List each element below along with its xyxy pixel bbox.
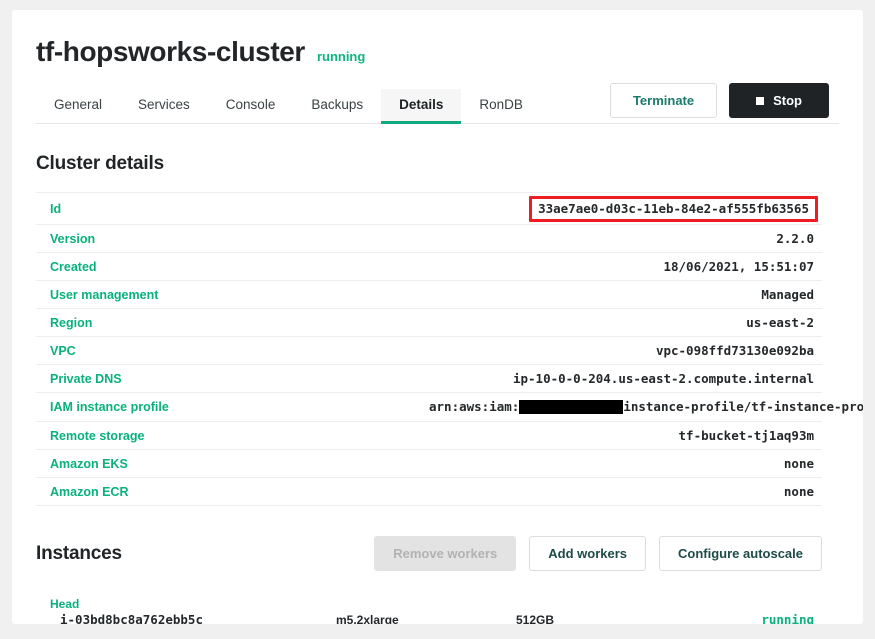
tab-backups[interactable]: Backups (293, 89, 381, 123)
table-row: Created 18/06/2021, 15:51:07 (36, 253, 822, 281)
page-title: tf-hopsworks-cluster (36, 36, 305, 67)
detail-value-remote-storage: tf-bucket-tj1aq93m (678, 428, 814, 443)
cluster-details-table: Id 33ae7ae0-d03c-11eb-84e2-af555fb63565 … (36, 192, 863, 506)
detail-label-remote-storage: Remote storage (50, 428, 145, 443)
terminate-button[interactable]: Terminate (609, 83, 718, 118)
detail-value-created: 18/06/2021, 15:51:07 (663, 259, 814, 274)
detail-label-region: Region (50, 315, 93, 330)
detail-value-user-management: Managed (761, 287, 814, 302)
detail-value-iam-instance-profile: arn:aws:iam: instance-profile/tf-instance… (429, 393, 863, 422)
tab-list: General Services Console Backups Details… (36, 89, 541, 124)
cluster-details-heading: Cluster details (36, 153, 164, 174)
table-row: VPC vpc-098ffd73130e092ba (36, 337, 822, 365)
cluster-status-badge: running (316, 49, 366, 64)
table-row: Private DNS ip-10-0-0-204.us-east-2.comp… (36, 365, 822, 393)
detail-label-id: Id (50, 201, 62, 216)
instance-id: i-03bd8bc8a762ebb5c (60, 612, 203, 624)
table-row: i-03bd8bc8a762ebb5c m5.2xlarge 512GB run… (36, 612, 822, 624)
detail-label-private-dns: Private DNS (50, 371, 122, 386)
tab-services[interactable]: Services (120, 89, 208, 123)
instance-group-row: Head (36, 597, 822, 612)
detail-value-id: 33ae7ae0-d03c-11eb-84e2-af555fb63565 (429, 193, 822, 225)
instance-status: running (761, 612, 815, 624)
tab-details[interactable]: Details (381, 89, 462, 124)
detail-value-private-dns: ip-10-0-0-204.us-east-2.compute.internal (512, 371, 814, 386)
instances-header: Instances Remove workers Add workers Con… (36, 536, 839, 571)
table-row: Amazon ECR none (36, 478, 822, 506)
instance-type: m5.2xlarge (336, 612, 399, 625)
detail-value-amazon-eks: none (783, 456, 814, 471)
instances-heading: Instances (36, 542, 122, 564)
detail-label-version: Version (50, 231, 96, 246)
table-row: User management Managed (36, 281, 822, 309)
table-row: Region us-east-2 (36, 309, 822, 337)
stop-button-label: Stop (773, 93, 802, 108)
redaction-bar (519, 400, 624, 414)
table-row: Remote storage tf-bucket-tj1aq93m (36, 422, 822, 450)
stop-button[interactable]: Stop (729, 83, 829, 118)
tab-console[interactable]: Console (208, 89, 294, 123)
cluster-details-card: tf-hopsworks-cluster running General Ser… (12, 10, 863, 624)
tabs-row: General Services Console Backups Details… (36, 83, 839, 124)
stop-square-icon (756, 96, 765, 105)
detail-value-region: us-east-2 (746, 315, 814, 330)
detail-label-user-management: User management (50, 287, 159, 302)
table-row: Version 2.2.0 (36, 225, 822, 253)
instances-section: Instances Remove workers Add workers Con… (36, 536, 839, 624)
detail-label-iam-instance-profile: IAM instance profile (50, 400, 169, 414)
instances-table: Head i-03bd8bc8a762ebb5c m5.2xlarge 512G… (36, 597, 822, 624)
detail-value-vpc: vpc-098ffd73130e092ba (655, 343, 814, 358)
iam-arn-prefix: arn:aws:iam: (429, 399, 520, 414)
detail-value-version: 2.2.0 (776, 231, 814, 246)
remove-workers-button[interactable]: Remove workers (374, 536, 517, 571)
instance-group-label: Head (50, 597, 80, 611)
id-highlight-box: 33ae7ae0-d03c-11eb-84e2-af555fb63565 (529, 196, 818, 222)
tab-rondb[interactable]: RonDB (461, 89, 541, 123)
add-workers-button[interactable]: Add workers (529, 536, 647, 571)
iam-arn-suffix: instance-profile/tf-instance-profile-tj1… (623, 399, 863, 414)
detail-label-created: Created (50, 259, 97, 274)
detail-label-vpc: VPC (50, 343, 76, 358)
header-actions: Terminate Stop (609, 83, 829, 118)
configure-autoscale-button[interactable]: Configure autoscale (659, 536, 822, 571)
instances-actions: Remove workers Add workers Configure aut… (374, 536, 822, 571)
instance-storage: 512GB (516, 612, 555, 625)
table-row: Amazon EKS none (36, 450, 822, 478)
detail-label-amazon-eks: Amazon EKS (50, 456, 128, 471)
detail-value-amazon-ecr: none (783, 484, 814, 499)
tab-general[interactable]: General (36, 89, 120, 123)
table-row: IAM instance profile arn:aws:iam: instanc… (36, 393, 863, 422)
table-row: Id 33ae7ae0-d03c-11eb-84e2-af555fb63565 (36, 192, 822, 225)
page-header: tf-hopsworks-cluster running (36, 36, 839, 68)
detail-label-amazon-ecr: Amazon ECR (50, 484, 129, 499)
